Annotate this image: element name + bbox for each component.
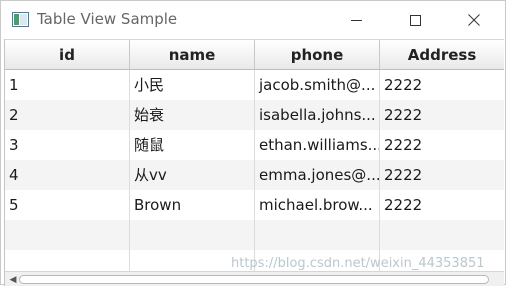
close-button[interactable] (451, 1, 497, 39)
empty-row (5, 220, 504, 250)
cell-id: 4 (5, 160, 130, 190)
table-row[interactable]: 4 从vv emma.jones@... 2222 (5, 160, 504, 190)
table-header: id name phone Address (5, 39, 504, 70)
table-row[interactable]: 2 始衰 isabella.johns... 2222 (5, 100, 504, 130)
window-title: Table View Sample (37, 10, 178, 28)
cell-id: 5 (5, 190, 130, 220)
column-header-phone[interactable]: phone (255, 40, 380, 70)
chevron-left-icon[interactable]: ◀ (7, 274, 19, 285)
title-bar[interactable]: Table View Sample (1, 1, 505, 39)
column-header-name[interactable]: name (130, 40, 255, 70)
app-window: Table View Sample id name phone Address … (0, 0, 506, 286)
cell-phone: emma.jones@... (255, 160, 380, 190)
minimize-button[interactable] (333, 1, 379, 39)
cell-name: Brown (130, 190, 255, 220)
cell-name: 随鼠 (130, 130, 255, 160)
cell-phone: ethan.williams... (255, 130, 380, 160)
table-view[interactable]: id name phone Address 1 小民 jacob.smith@.… (4, 39, 504, 286)
column-header-address[interactable]: Address (380, 40, 504, 70)
watermark-text: https://blog.csdn.net/weixin_44353851 (231, 256, 485, 271)
cell-id: 1 (5, 70, 130, 100)
cell-name: 小民 (130, 70, 255, 100)
maximize-icon (409, 14, 421, 26)
horizontal-scrollbar[interactable]: ◀ (5, 271, 504, 286)
cell-id: 2 (5, 100, 130, 130)
cell-name: 始衰 (130, 100, 255, 130)
cell-address: 2222 (384, 196, 423, 214)
cell-phone: jacob.smith@... (255, 70, 380, 100)
cell-id: 3 (5, 130, 130, 160)
app-icon (12, 12, 29, 27)
cell-address: 2222 (384, 136, 423, 154)
cell-address: 2222 (384, 106, 423, 124)
cell-address: 2222 (384, 166, 423, 184)
cell-address: 2222 (384, 76, 423, 94)
cell-phone: isabella.johns... (255, 100, 380, 130)
table-row[interactable]: 1 小民 jacob.smith@... 2222 (5, 70, 504, 100)
table-row[interactable]: 3 随鼠 ethan.williams... 2222 (5, 130, 504, 160)
scrollbar-thumb[interactable] (19, 275, 489, 284)
close-icon (468, 14, 480, 26)
minimize-icon (350, 19, 362, 21)
maximize-button[interactable] (392, 1, 438, 39)
cell-phone: michael.brow... (255, 190, 380, 220)
column-header-id[interactable]: id (5, 40, 130, 70)
cell-name: 从vv (130, 160, 255, 190)
table-row[interactable]: 5 Brown michael.brow... 2222 (5, 190, 504, 220)
